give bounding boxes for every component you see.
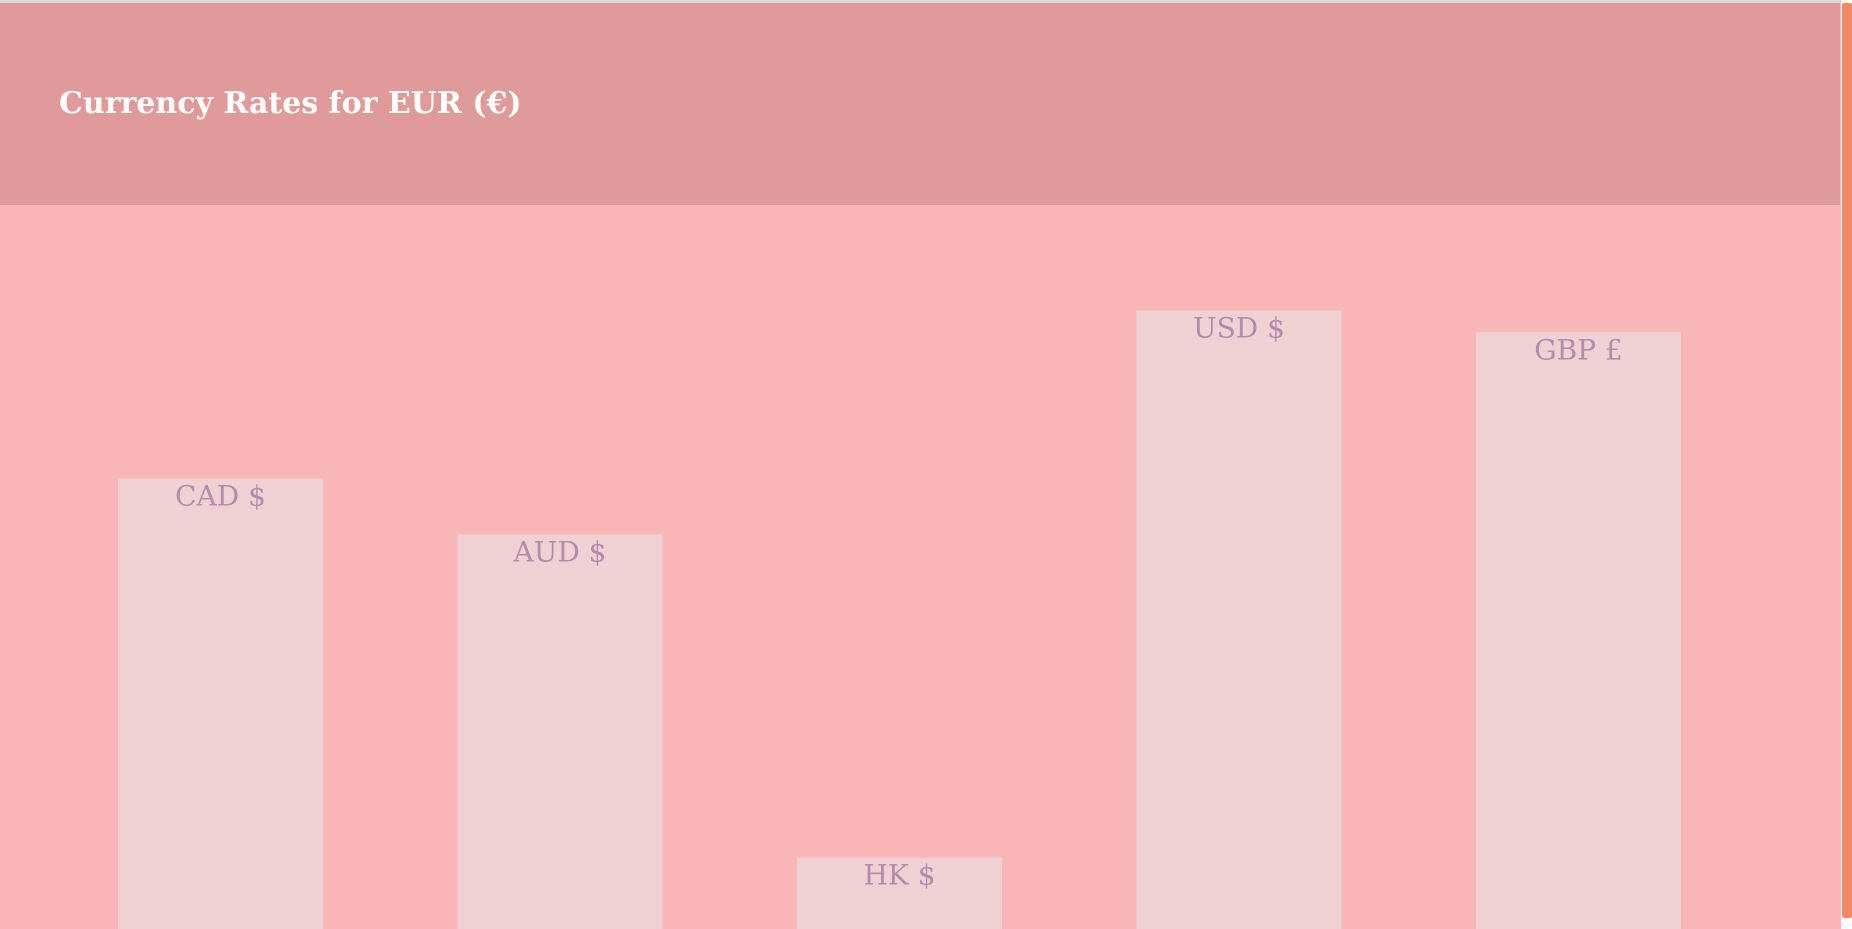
app-root: Currency Rates for EUR (€) CAD $ AUD $ HK …: [0, 0, 1852, 929]
bar-label-gbp: GBP £: [1534, 333, 1623, 366]
vertical-scrollbar[interactable]: [1841, 0, 1852, 929]
bar-label-aud: AUD $: [513, 535, 607, 568]
bar-chart: CAD $ AUD $ HK $ USD $ GBP £: [118, 310, 1681, 929]
bar-usd: [1136, 310, 1342, 929]
bar-label-hk: HK $: [863, 859, 935, 892]
scrollbar-thumb[interactable]: [1842, 3, 1852, 918]
header: Currency Rates for EUR (€): [0, 3, 1840, 205]
bar-label-usd: USD $: [1193, 312, 1285, 345]
bar-label-cad: CAD $: [175, 479, 266, 512]
page-title: Currency Rates for EUR (€): [59, 86, 522, 121]
bar-gbp: [1476, 332, 1681, 929]
bar-cad: [118, 478, 323, 929]
bar-aud: [457, 534, 663, 929]
chart-area: CAD $ AUD $ HK $ USD $ GBP £: [0, 205, 1840, 929]
